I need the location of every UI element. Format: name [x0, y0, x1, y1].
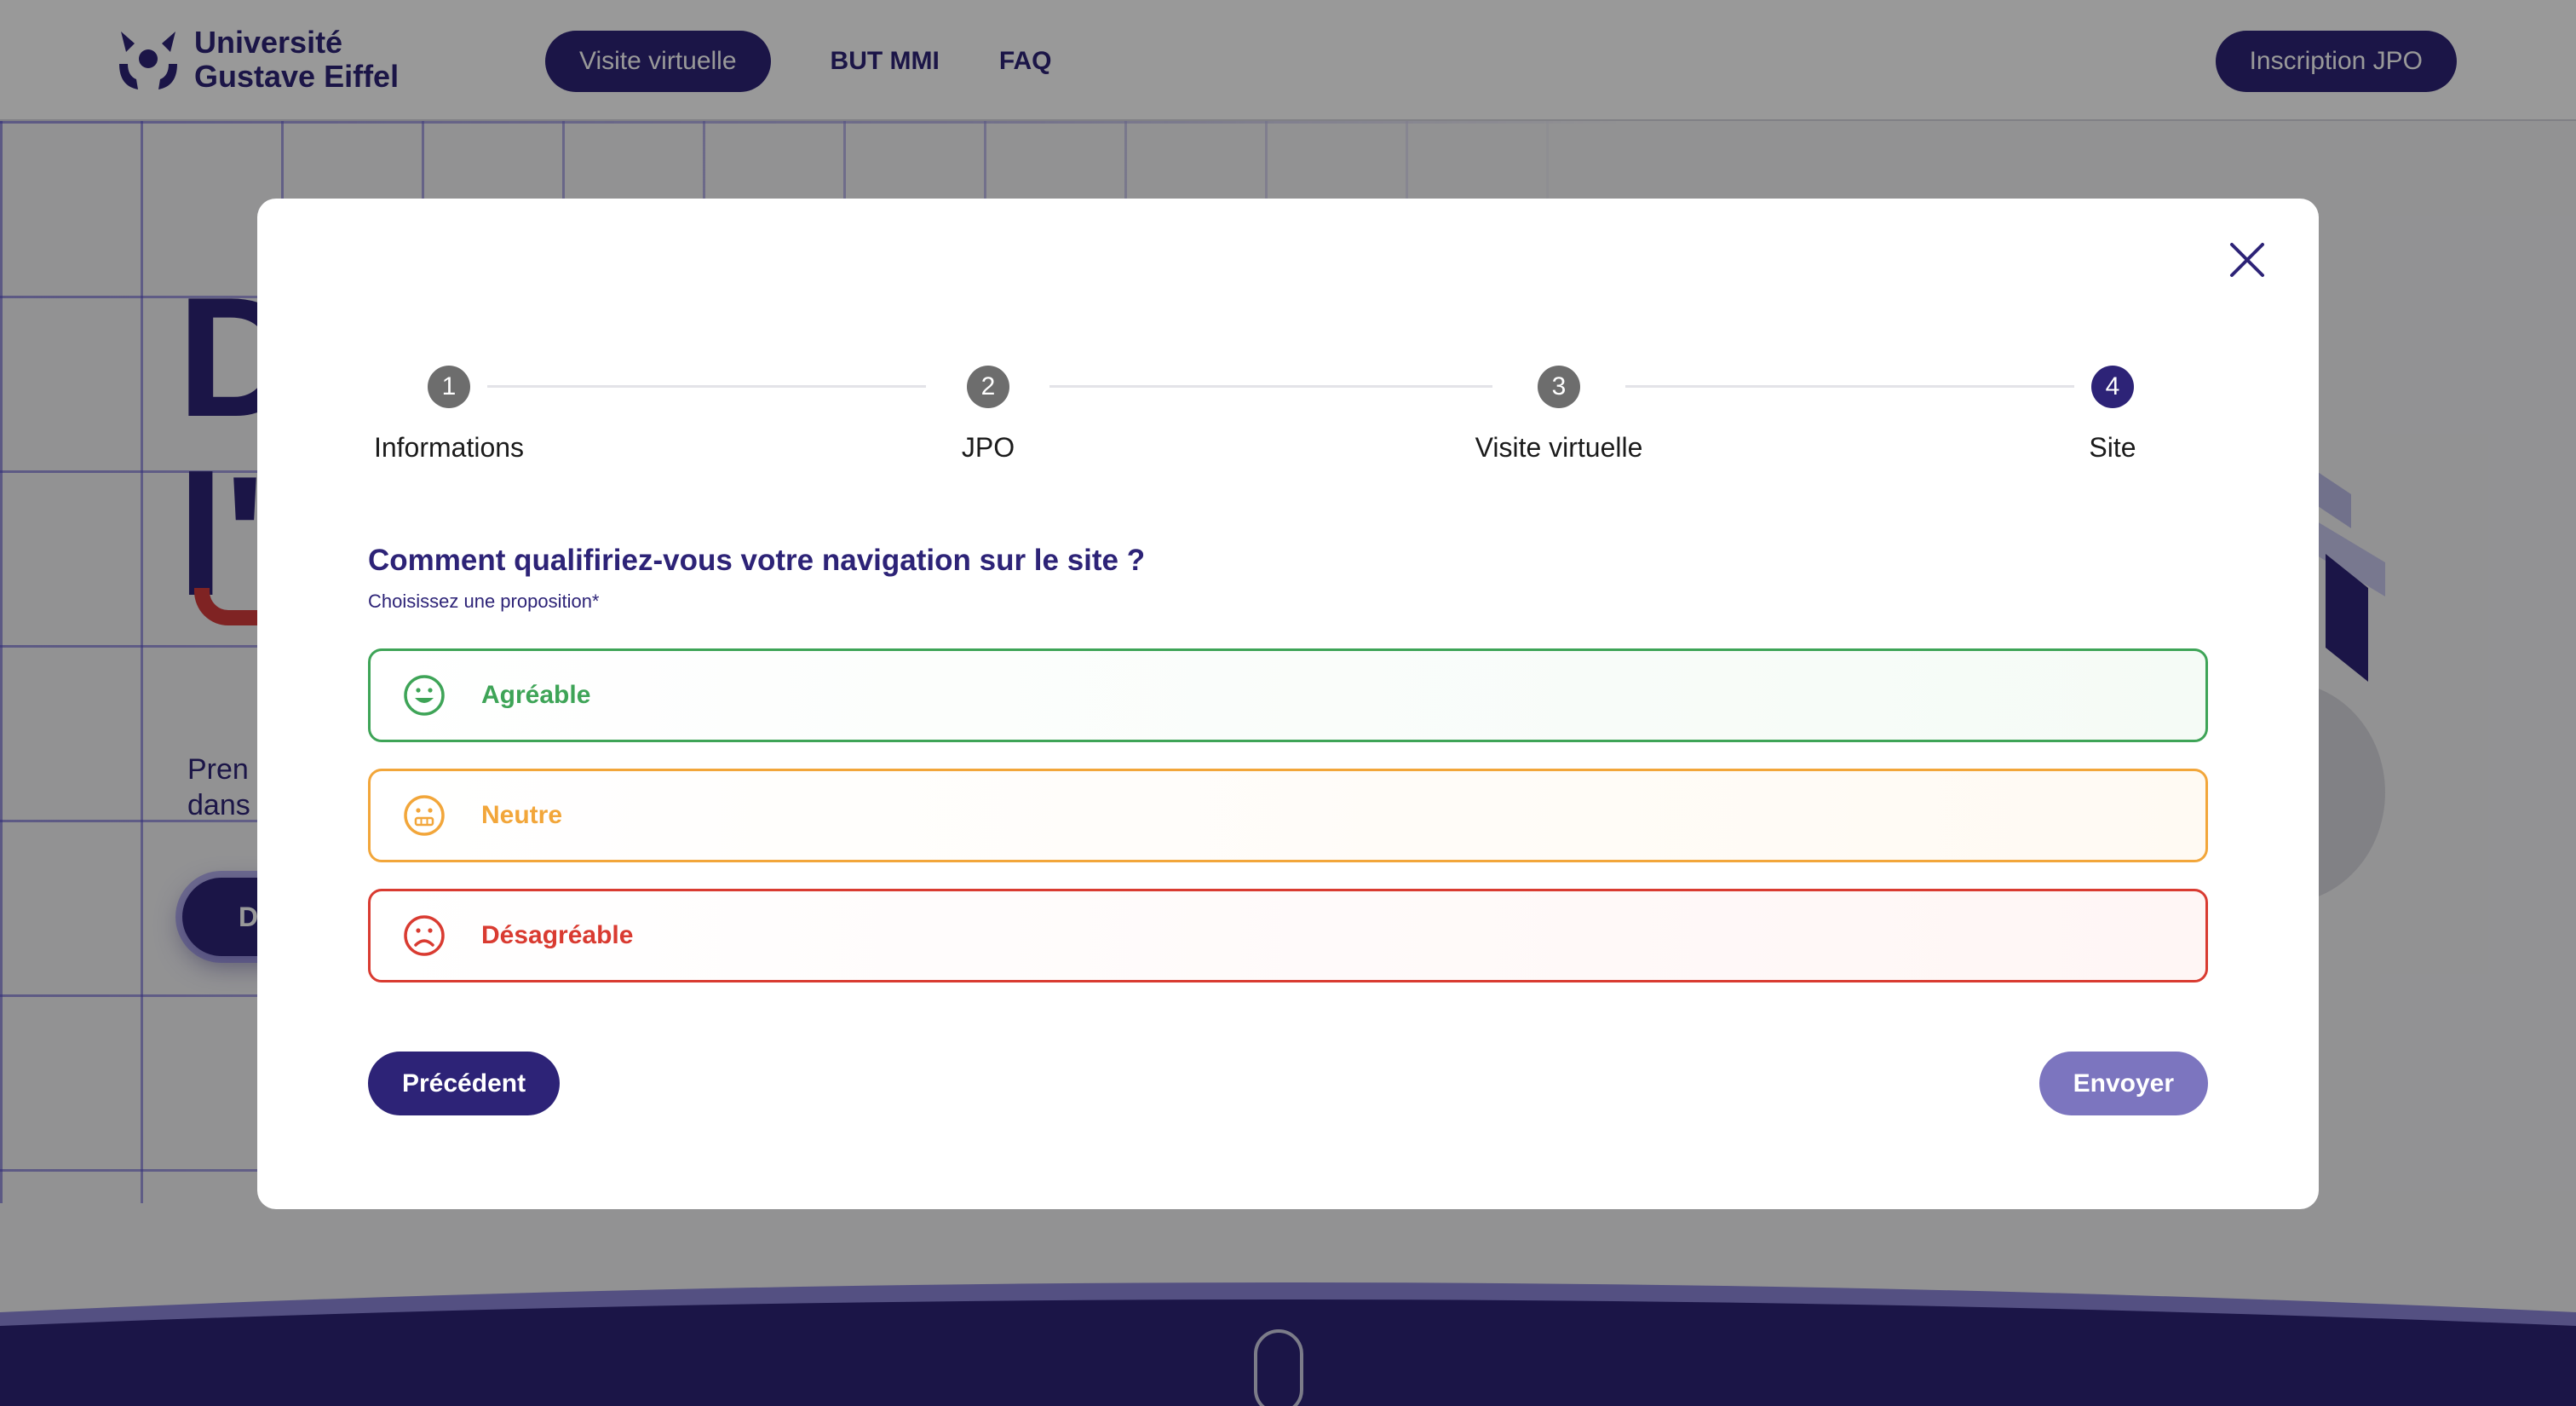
step-label: Informations [373, 432, 525, 463]
step-number-active: 4 [2091, 366, 2134, 408]
step-informations: 1 Informations [368, 366, 530, 464]
option-label: Désagréable [481, 921, 634, 949]
step-number: 1 [428, 366, 470, 408]
option-label: Agréable [481, 681, 591, 709]
step-visite-virtuelle: 3 Visite virtuelle [1423, 366, 1695, 464]
survey-modal: 1 Informations 2 JPO 3 Visite virtuelle … [257, 199, 2319, 1209]
option-neutre[interactable]: Neutre [368, 769, 2208, 862]
step-label: Visite virtuelle [1475, 432, 1643, 463]
step-number: 2 [967, 366, 1009, 408]
step-number: 3 [1538, 366, 1580, 408]
smiling-face-icon [404, 675, 445, 716]
progress-stepper: 1 Informations 2 JPO 3 Visite virtuelle … [368, 366, 2208, 485]
question-title: Comment qualifiriez-vous votre navigatio… [368, 544, 1146, 577]
sad-face-icon [404, 915, 445, 956]
option-desagreable[interactable]: Désagréable [368, 889, 2208, 982]
step-label: Site [2089, 432, 2136, 463]
previous-button[interactable]: Précédent [368, 1052, 561, 1115]
option-label: Neutre [481, 801, 563, 829]
step-jpo: 2 JPO [911, 366, 1065, 464]
step-label: JPO [961, 432, 1015, 463]
step-connector [487, 385, 926, 388]
neutral-face-icon [404, 795, 445, 836]
question-hint: Choisissez une proposition* [368, 591, 600, 612]
submit-button[interactable]: Envoyer [2038, 1052, 2208, 1115]
option-agreable[interactable]: Agréable [368, 648, 2208, 742]
close-icon[interactable] [2223, 236, 2271, 284]
step-site: 4 Site [2061, 366, 2164, 464]
